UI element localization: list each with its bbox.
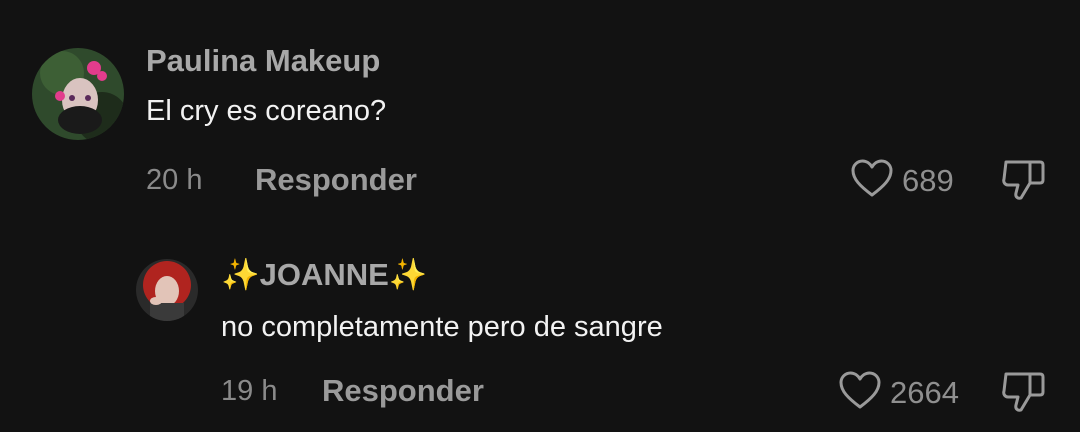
- reply-button[interactable]: Responder: [322, 373, 484, 409]
- heart-outline-icon: [838, 370, 882, 415]
- comment-item: Paulina Makeup El cry es coreano? 20 h R…: [0, 0, 1080, 220]
- like-button[interactable]: 2664: [838, 370, 959, 415]
- avatar[interactable]: [32, 48, 124, 140]
- dislike-button[interactable]: [1000, 370, 1046, 419]
- comment-text: no completamente pero de sangre: [221, 311, 663, 343]
- avatar[interactable]: [136, 259, 198, 321]
- sparkle-emoji: ✨: [221, 257, 260, 292]
- comment-text: El cry es coreano?: [146, 95, 387, 127]
- heart-outline-icon: [850, 158, 894, 203]
- dislike-button[interactable]: [1000, 158, 1046, 207]
- comment-timestamp: 20 h: [146, 164, 203, 196]
- reply-button[interactable]: Responder: [255, 162, 417, 198]
- like-count: 689: [902, 162, 954, 198]
- comment-item: ✨JOANNE✨ no completamente pero de sangre…: [0, 220, 1080, 432]
- comment-author[interactable]: ✨JOANNE✨: [221, 256, 427, 293]
- author-name: JOANNE: [259, 257, 389, 292]
- like-button[interactable]: 689: [850, 158, 954, 203]
- thumbs-down-icon: [1000, 160, 1046, 206]
- comment-timestamp: 19 h: [221, 375, 278, 407]
- sparkle-emoji: ✨: [388, 257, 428, 292]
- comment-author[interactable]: Paulina Makeup: [146, 43, 380, 79]
- thumbs-down-icon: [1000, 372, 1046, 418]
- like-count: 2664: [890, 374, 959, 410]
